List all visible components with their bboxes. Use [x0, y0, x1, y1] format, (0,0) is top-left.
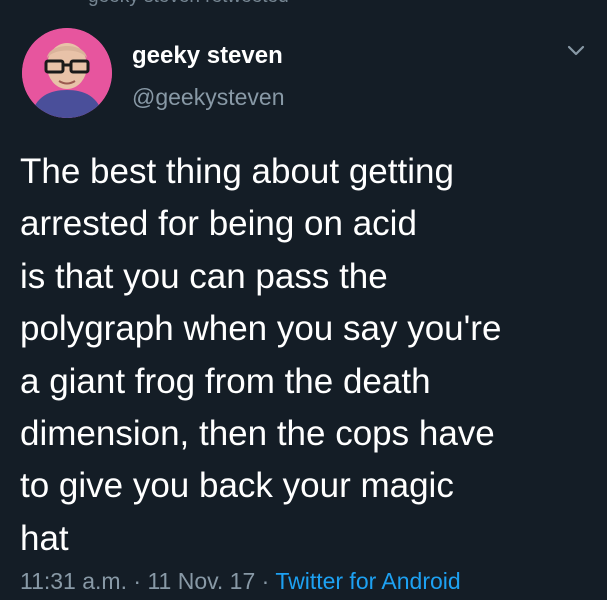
- tweet-text-line: hat: [20, 518, 69, 558]
- tweet-text-line: is that you can pass the: [20, 256, 388, 296]
- meta-separator: ·: [133, 568, 142, 594]
- tweet-text: The best thing about getting arrested fo…: [20, 146, 595, 565]
- chevron-down-icon[interactable]: [566, 44, 586, 58]
- user-display-name[interactable]: geeky steven: [132, 42, 283, 70]
- tweet-text-line: The best thing about getting: [20, 152, 454, 191]
- tweet-text-line: a giant frog from the death: [20, 361, 431, 401]
- user-handle[interactable]: @geekysteven: [132, 84, 285, 111]
- tweet-date[interactable]: 11 Nov. 17: [147, 568, 255, 594]
- tweet-text-line: to give you back your magic: [20, 466, 454, 506]
- tweet-text-line: dimension, then the cops have: [20, 414, 495, 454]
- tweet-meta: 11:31 a.m. · 11 Nov. 17 · Twitter for An…: [20, 568, 461, 595]
- avatar[interactable]: [22, 28, 112, 118]
- tweet-text-line: polygraph when you say you're: [20, 309, 502, 349]
- profile-photo-icon: [22, 28, 112, 118]
- meta-separator: ·: [261, 568, 270, 594]
- retweeted-by-label: geeky steven retweeted: [88, 0, 289, 8]
- tweet-text-line: arrested for being on acid: [20, 204, 417, 244]
- tweet-source-link[interactable]: Twitter for Android: [275, 568, 460, 594]
- tweet-time[interactable]: 11:31 a.m.: [20, 568, 127, 594]
